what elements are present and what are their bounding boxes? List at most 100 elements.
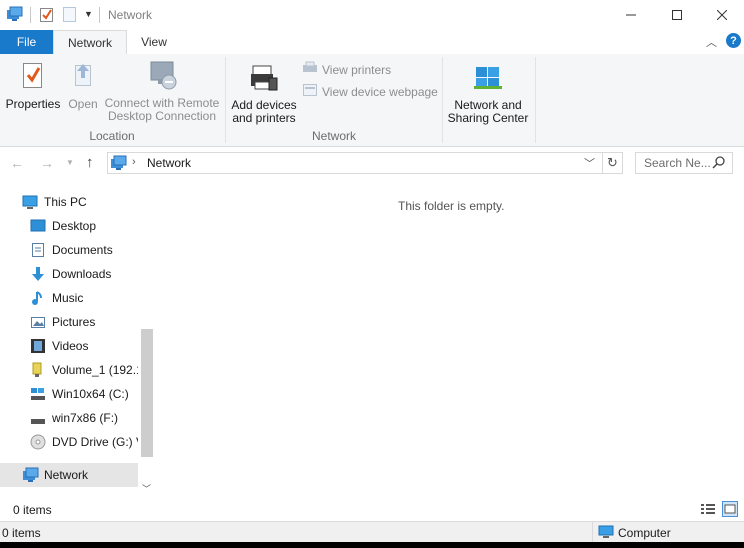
scroll-down-arrow-icon[interactable]: ﹀ [142, 482, 151, 495]
nav-item-music[interactable]: Music [30, 286, 138, 310]
nav-item-this-pc[interactable]: This PC [22, 190, 138, 214]
recent-locations-chevron-icon[interactable]: ▼ [66, 158, 74, 167]
maximize-button[interactable] [654, 0, 700, 30]
group-label-location: Location [89, 129, 135, 143]
remote-desktop-button[interactable]: Connect with Remote Desktop Connection [104, 60, 220, 123]
view-printers-icon [302, 61, 318, 78]
refresh-icon[interactable]: ↻ [607, 155, 618, 171]
breadcrumb-chevron-icon[interactable]: › [132, 156, 136, 168]
tab-network[interactable]: Network [53, 30, 127, 55]
add-devices-button[interactable]: Add devices and printers [230, 64, 298, 125]
title-bar: ▼ Network [0, 0, 744, 30]
nav-label: Documents [52, 243, 113, 257]
window-bottom-edge [0, 542, 744, 548]
customize-toolbar-chevron-icon[interactable]: ▼ [84, 9, 93, 19]
nav-label: Downloads [52, 267, 112, 281]
item-count: 0 items [13, 503, 52, 517]
drive-icon [30, 410, 46, 426]
dvd-icon [30, 434, 46, 450]
window-title: Network [108, 8, 153, 22]
nav-label: Win10x64 (C:) [52, 387, 129, 401]
up-arrow-icon[interactable]: ↑ [86, 154, 94, 171]
back-arrow-icon[interactable]: ← [10, 155, 24, 171]
nav-item-desktop[interactable]: Desktop [30, 214, 138, 238]
minimize-button[interactable] [608, 0, 654, 30]
properties-label: Properties [5, 97, 61, 111]
ribbon: Properties Open Connect with Remote Desk… [0, 54, 744, 147]
address-row: ← → ▼ ↑ › Network ﹀ ↻ Search Ne... [0, 147, 744, 181]
separator [602, 153, 603, 173]
nav-label: Music [52, 291, 84, 305]
status-bar: 0 items [0, 497, 744, 521]
printer-icon [249, 64, 279, 95]
bottom-status-bar: 0 items Computer [0, 521, 744, 542]
nav-label: win7x86 (F:) [52, 411, 119, 425]
network-icon [110, 155, 128, 174]
nav-label: Pictures [52, 315, 96, 329]
network-sharing-icon [474, 64, 502, 95]
nav-item-downloads[interactable]: Downloads [30, 262, 138, 286]
nav-label: This PC [44, 195, 87, 209]
music-icon [30, 290, 46, 306]
forward-arrow-icon[interactable]: → [40, 155, 54, 171]
nav-label: Videos [52, 339, 89, 353]
nav-label: DVD Drive (G:) V [52, 435, 138, 449]
search-icon[interactable] [712, 155, 726, 172]
collapse-ribbon-icon[interactable]: ︿ [706, 34, 717, 50]
open-button[interactable]: Open [64, 60, 102, 111]
address-dropdown-icon[interactable]: ﹀ [584, 155, 595, 171]
nav-item-videos[interactable]: Videos [30, 334, 138, 358]
ribbon-tabs: File Network View ︿ ? [0, 30, 744, 55]
webpage-icon [302, 83, 318, 100]
address-bar[interactable]: › Network ﹀ ↻ [107, 152, 623, 174]
nav-label: Network [44, 468, 89, 482]
nav-item-volume1[interactable]: Volume_1 (192.16 [30, 358, 138, 382]
videos-icon [30, 338, 46, 354]
remote-desktop-icon [145, 60, 179, 95]
separator [99, 7, 100, 23]
details-view-icon[interactable] [700, 502, 716, 519]
tab-file[interactable]: File [0, 30, 53, 54]
close-button[interactable] [699, 0, 744, 30]
properties-button[interactable]: Properties [4, 60, 62, 111]
pc-icon [22, 194, 38, 210]
separator [592, 522, 593, 542]
open-label: Open [68, 97, 98, 111]
search-input[interactable]: Search Ne... [635, 152, 733, 174]
properties-icon [20, 60, 46, 93]
nav-label: Volume_1 (192.16 [52, 363, 138, 377]
remote-desktop-label-2: Desktop Connection [107, 109, 217, 123]
nav-item-documents[interactable]: Documents [30, 238, 138, 262]
group-separator [535, 57, 536, 143]
view-printers-label: View printers [322, 62, 392, 77]
nav-item-dvd-drive[interactable]: DVD Drive (G:) V [30, 430, 138, 454]
properties-quick-icon[interactable] [39, 6, 55, 26]
view-printers-button[interactable]: View printers [302, 61, 391, 78]
nav-item-c-drive[interactable]: Win10x64 (C:) [30, 382, 138, 406]
desktop-icon [30, 218, 46, 234]
navigation-pane: ︿ ﹀ This PC Desktop Documents Downloads … [0, 183, 156, 496]
nav-item-pictures[interactable]: Pictures [30, 310, 138, 334]
zone-label: Computer [618, 526, 671, 540]
view-device-webpage-button[interactable]: View device webpage [302, 83, 438, 100]
add-devices-label-2: and printers [232, 111, 296, 125]
scrollbar-thumb[interactable] [141, 329, 153, 457]
nav-item-f-drive[interactable]: win7x86 (F:) [30, 406, 138, 430]
tab-view[interactable]: View [127, 30, 181, 54]
nav-item-network[interactable]: Network [0, 463, 138, 487]
empty-folder-message: This folder is empty. [398, 199, 505, 213]
group-label-network: Network [311, 129, 356, 143]
large-icons-view-icon[interactable] [722, 501, 738, 520]
network-folder-icon[interactable] [6, 6, 24, 25]
open-icon [70, 60, 96, 93]
search-placeholder: Search Ne... [644, 156, 711, 170]
documents-icon [30, 242, 46, 258]
new-folder-quick-icon[interactable] [63, 7, 77, 25]
breadcrumb-network[interactable]: Network [147, 156, 191, 170]
sharing-center-button[interactable]: Network and Sharing Center [446, 64, 530, 125]
help-icon[interactable]: ? [726, 33, 741, 48]
nav-label: Desktop [52, 219, 97, 233]
drive-icon [30, 386, 46, 402]
view-webpage-label: View device webpage [322, 84, 438, 99]
network-icon [22, 467, 39, 483]
